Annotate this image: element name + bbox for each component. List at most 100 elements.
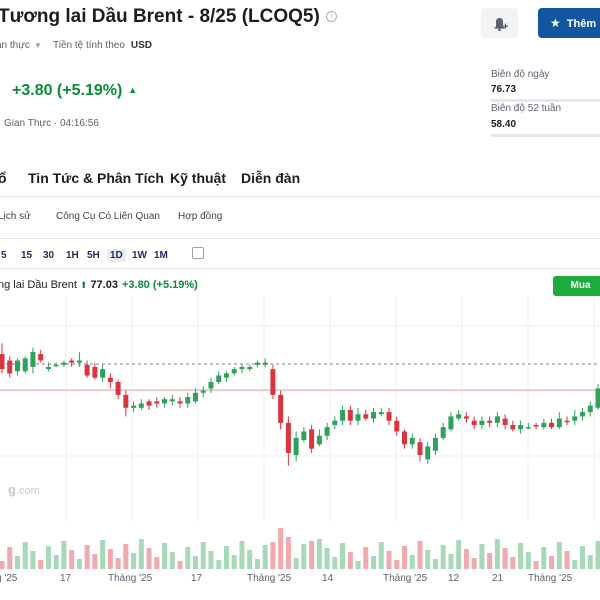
timeframe-1d[interactable]: 1D [107, 249, 126, 262]
volume-bar [278, 528, 284, 569]
x-tick-label: Tháng '25 [383, 573, 428, 584]
volume-bar [378, 542, 384, 569]
volume-bar [154, 557, 160, 569]
timeframe-15[interactable]: 15 [18, 249, 35, 262]
volume-bar [231, 555, 237, 569]
week52-range-bar [491, 134, 600, 137]
candle-body [285, 422, 291, 453]
candle-body [386, 412, 392, 421]
volume-bar [347, 552, 353, 569]
volume-bar [22, 542, 28, 569]
candle-body [7, 360, 13, 374]
divider [0, 238, 600, 239]
candle-body [30, 351, 36, 367]
volume-bar [262, 545, 268, 569]
volume-bar [293, 558, 299, 569]
week52-range-label: Biên độ 52 tuần [491, 103, 562, 114]
timeframe-5[interactable]: 5 [0, 249, 10, 262]
candlestick-chart[interactable]: g '25 17 Tháng '25 17 Tháng '25 14 Tháng '25 12… [0, 296, 600, 600]
subtab-related-tools[interactable]: Công Cụ Có Liên Quan [56, 211, 160, 222]
candle-body [38, 354, 44, 361]
volume-bar [355, 561, 361, 569]
volume-bar [587, 555, 593, 569]
candle-body [301, 431, 307, 441]
timeframe-1w[interactable]: 1W [129, 249, 150, 262]
timeframe-5h[interactable]: 5H [84, 249, 103, 262]
candle-body [363, 414, 369, 419]
candle-body [448, 416, 454, 430]
volume-bar [580, 546, 586, 569]
tab-forum[interactable]: Diễn đàn [241, 170, 300, 186]
watermark-logo: g.com [8, 482, 40, 497]
volume-bar [254, 559, 260, 569]
divider [0, 268, 600, 269]
volume-bar [200, 542, 206, 569]
volume-bar [270, 542, 276, 569]
volume-bar [425, 550, 431, 569]
candle-body [92, 366, 98, 378]
chart-instrument-label: ng lai Dầu Brent ⬆ 77.03 +3.80 (+5.19%) [0, 279, 198, 291]
tab-overview[interactable]: ổ [0, 170, 7, 186]
candle-body [45, 366, 51, 370]
volume-bar [76, 559, 82, 569]
realtime-timestamp: Gian Thực · 04:16:56 [4, 118, 99, 129]
candle-body [432, 437, 438, 451]
candle-body [394, 420, 400, 432]
volume-bar [386, 551, 392, 569]
x-tick-label: 17 [60, 573, 72, 584]
arrow-up-icon: ⬆ [79, 280, 88, 290]
volume-bar [309, 541, 315, 569]
market-type[interactable]: an thực▼ [0, 40, 42, 51]
timeframe-30[interactable]: 30 [40, 249, 57, 262]
chart-layout-icon[interactable] [192, 247, 204, 259]
volume-bar [185, 547, 191, 569]
candle-body [100, 369, 106, 378]
candle-body [355, 414, 361, 421]
volume-bar [510, 557, 516, 569]
candle-body [564, 420, 570, 423]
candle-body [200, 390, 206, 393]
volume-bar [38, 560, 44, 569]
timeframe-1m[interactable]: 1M [151, 249, 171, 262]
add-alert-button[interactable] [481, 8, 518, 38]
volume-bar [394, 560, 400, 569]
volume-bar [162, 543, 168, 569]
candle-body [378, 412, 384, 415]
volume-bar [494, 539, 500, 569]
info-icon[interactable]: i [325, 11, 337, 23]
candle-body [463, 416, 469, 419]
divider [0, 196, 600, 197]
volume-bar [340, 543, 346, 569]
candle-body [347, 409, 353, 421]
tab-news-analysis[interactable]: Tin Tức & Phân Tích [28, 170, 164, 186]
timeframe-1h[interactable]: 1H [63, 249, 82, 262]
volume-bar [595, 541, 600, 569]
candle-body [316, 435, 322, 445]
volume-bar [316, 539, 322, 569]
candle-body [131, 405, 137, 408]
volume-bar [146, 548, 152, 569]
day-range-label: Biên độ ngày [491, 69, 550, 80]
page-title: Tương lai Dầu Brent - 8/25 (LCOQ5) i [0, 6, 337, 28]
volume-bar [502, 548, 508, 569]
subtab-history[interactable]: Lịch sử [0, 211, 31, 222]
candle-body [270, 369, 276, 395]
candle-body [185, 397, 191, 404]
candle-body [324, 427, 330, 436]
tab-technical[interactable]: Kỹ thuật [170, 170, 226, 186]
candle-body [595, 388, 600, 408]
volume-bar [471, 558, 477, 569]
candle-body [487, 420, 493, 423]
candle-body [254, 362, 260, 365]
candle-body [223, 373, 229, 378]
candle-body [162, 399, 168, 404]
subtab-contracts[interactable]: Hợp đồng [178, 211, 222, 222]
candle-body [107, 377, 113, 382]
buy-button[interactable]: Mua [553, 276, 600, 296]
main-tabs: ổ Tin Tức & Phân Tích Kỹ thuật Diễn đàn [0, 170, 600, 190]
volume-bar [7, 547, 13, 569]
volume-bar [169, 552, 175, 569]
add-to-watchlist-button[interactable]: ★ Thêm [538, 8, 600, 38]
week52-range-low: 58.40 [491, 119, 517, 130]
volume-bar [92, 554, 98, 569]
